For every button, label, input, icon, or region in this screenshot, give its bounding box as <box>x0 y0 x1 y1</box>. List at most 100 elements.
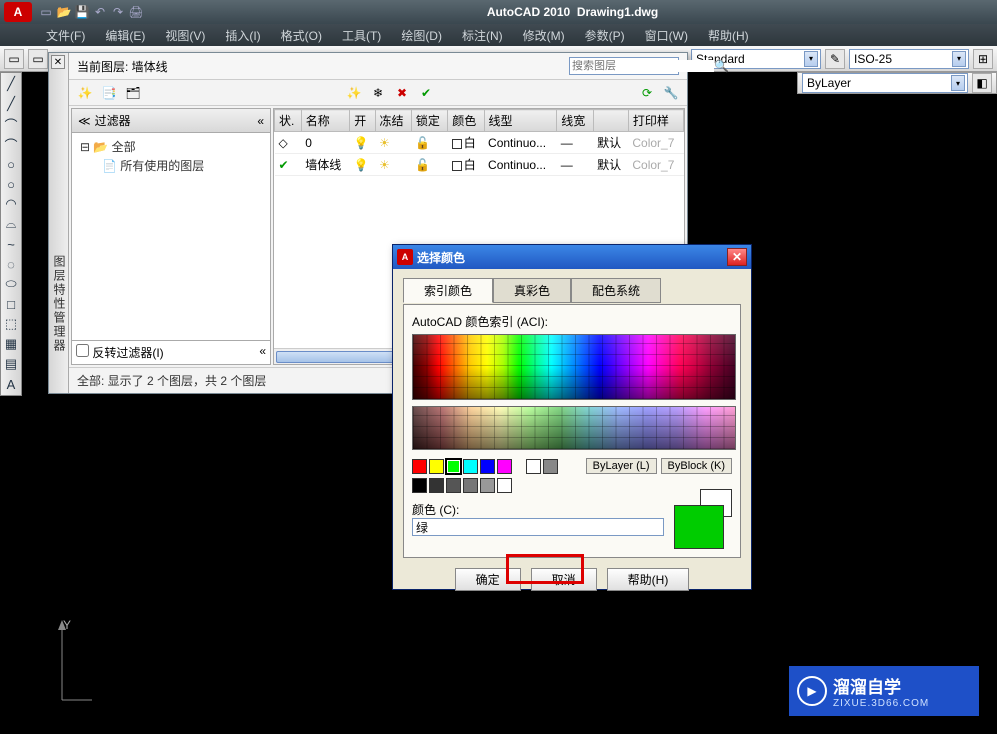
tool-revcloud-icon[interactable]: ◌ <box>2 255 20 273</box>
refresh-icon[interactable]: ⟳ <box>637 83 657 103</box>
on-icon[interactable]: 💡 <box>350 132 375 154</box>
tab-color-books[interactable]: 配色系统 <box>571 278 661 303</box>
std-green[interactable] <box>446 459 461 474</box>
col-freeze[interactable]: 冻结 <box>375 110 411 132</box>
freeze-layer-icon[interactable]: ❄ <box>368 83 388 103</box>
tool-pline-icon[interactable]: ⌒ <box>2 115 20 133</box>
menu-window[interactable]: 窗口(W) <box>635 24 698 46</box>
col-name[interactable]: 名称 <box>301 110 349 132</box>
tree-expand-icon[interactable]: « <box>259 344 266 358</box>
std-magenta[interactable] <box>497 459 512 474</box>
settings-icon[interactable]: 🔧 <box>661 83 681 103</box>
on-icon[interactable]: 💡 <box>350 154 375 176</box>
tool-line-icon[interactable]: ╱ <box>2 75 20 93</box>
std-red[interactable] <box>412 459 427 474</box>
std-cyan[interactable] <box>463 459 478 474</box>
tree-child[interactable]: 📄 所有使用的图层 <box>80 156 262 175</box>
freeze-icon[interactable]: ☀ <box>375 154 411 176</box>
bylayer-btn[interactable]: ◧ <box>972 73 992 93</box>
tool-rect-icon[interactable]: □ <box>2 295 20 313</box>
tab-true-color[interactable]: 真彩色 <box>493 278 571 303</box>
aci-palette-upper[interactable] <box>412 334 736 400</box>
qat-open-icon[interactable]: 📂 <box>56 4 72 20</box>
col-linetype[interactable]: 线型 <box>484 110 557 132</box>
menu-modify[interactable]: 修改(M) <box>513 24 575 46</box>
freeze-icon[interactable]: ☀ <box>375 132 411 154</box>
col-status[interactable]: 状. <box>275 110 302 132</box>
text-style-btn[interactable]: ✎ <box>825 49 845 69</box>
std-gray[interactable] <box>543 459 558 474</box>
byblock-button[interactable]: ByBlock (K) <box>661 458 732 474</box>
color-combo[interactable]: ByLayer▾ <box>802 73 968 93</box>
menu-params[interactable]: 参数(P) <box>575 24 635 46</box>
tool-circle-icon[interactable]: ○ <box>2 155 20 173</box>
tool-circle2-icon[interactable]: ○ <box>2 175 20 193</box>
color-cell[interactable]: 白 <box>448 132 484 154</box>
col-on[interactable]: 开 <box>350 110 375 132</box>
std-yellow[interactable] <box>429 459 444 474</box>
layer-row-1[interactable]: ✔ 墙体线 💡 ☀ 🔓 白 Continuo... — 默认 Color_7 <box>275 154 684 176</box>
col-lock[interactable]: 锁定 <box>411 110 447 132</box>
menu-format[interactable]: 格式(O) <box>271 24 332 46</box>
layer-row-0[interactable]: ◇ 0 💡 ☀ 🔓 白 Continuo... — 默认 Color_7 <box>275 132 684 154</box>
menu-insert[interactable]: 插入(I) <box>215 24 270 46</box>
delete-layer-icon[interactable]: ✖ <box>392 83 412 103</box>
color-cell[interactable]: 白 <box>448 154 484 176</box>
menu-draw[interactable]: 绘图(D) <box>391 24 452 46</box>
qat-print-icon[interactable]: 🖨 <box>128 4 144 20</box>
menu-edit[interactable]: 编辑(E) <box>95 24 155 46</box>
gray-0[interactable] <box>412 478 427 493</box>
tool-arc2-icon[interactable]: ⌓ <box>2 215 20 233</box>
layer-combo-icon2[interactable]: ▭ <box>28 49 48 69</box>
tool-arc-icon[interactable]: ◠ <box>2 195 20 213</box>
filter-collapse-icon[interactable]: « <box>257 114 264 128</box>
menu-view[interactable]: 视图(V) <box>155 24 215 46</box>
gray-1[interactable] <box>429 478 444 493</box>
tree-root[interactable]: ⊟ 📂 全部 <box>80 137 262 156</box>
qat-save-icon[interactable]: 💾 <box>74 4 90 20</box>
new-group-icon[interactable]: 📑 <box>99 83 119 103</box>
tool-ellipse-icon[interactable]: ⬭ <box>2 275 20 293</box>
tool-xline-icon[interactable]: ╱ <box>2 95 20 113</box>
dim-style-btn[interactable]: ⊞ <box>973 49 993 69</box>
dim-style-combo[interactable]: ISO-25▾ <box>849 49 969 69</box>
qat-undo-icon[interactable]: ↶ <box>92 4 108 20</box>
search-icon[interactable]: 🔍 <box>714 59 729 73</box>
color-value-input[interactable] <box>412 518 664 536</box>
layer-search[interactable]: 🔍 <box>569 57 679 75</box>
gray-4[interactable] <box>480 478 495 493</box>
lock-icon[interactable]: 🔓 <box>411 154 447 176</box>
std-blue[interactable] <box>480 459 495 474</box>
menu-file[interactable]: 文件(F) <box>36 24 95 46</box>
lock-icon[interactable]: 🔓 <box>411 132 447 154</box>
dialog-title-bar[interactable]: A 选择颜色 ✕ <box>393 245 751 269</box>
new-layer-icon[interactable]: ✨ <box>75 83 95 103</box>
menu-dimension[interactable]: 标注(N) <box>452 24 513 46</box>
close-icon[interactable]: ✕ <box>51 55 65 69</box>
col-lineweight[interactable]: 线宽 <box>557 110 593 132</box>
tool-hatch-icon[interactable]: ⬚ <box>2 315 20 333</box>
tool-text-icon[interactable]: A <box>2 375 20 393</box>
cancel-button[interactable]: 取消 <box>531 568 597 591</box>
aci-palette-lower[interactable] <box>412 406 736 450</box>
invert-filter-checkbox[interactable]: 反转过滤器(I) <box>76 346 164 360</box>
layer-search-input[interactable] <box>572 60 714 72</box>
tool-spline-icon[interactable]: ~ <box>2 235 20 253</box>
bylayer-button[interactable]: ByLayer (L) <box>586 458 657 474</box>
layer-combo-icon[interactable]: ▭ <box>4 49 24 69</box>
gray-3[interactable] <box>463 478 478 493</box>
menu-tools[interactable]: 工具(T) <box>332 24 391 46</box>
gray-2[interactable] <box>446 478 461 493</box>
layer-states-icon[interactable]: 🗂 <box>123 83 143 103</box>
col-plot[interactable]: 打印样 <box>628 110 683 132</box>
qat-redo-icon[interactable]: ↷ <box>110 4 126 20</box>
new-layer2-icon[interactable]: ✨ <box>344 83 364 103</box>
tool-polygon-icon[interactable]: ⌒ <box>2 135 20 153</box>
dialog-close-icon[interactable]: ✕ <box>727 248 747 266</box>
tool-gradient-icon[interactable]: ▦ <box>2 335 20 353</box>
gray-5[interactable] <box>497 478 512 493</box>
ok-button[interactable]: 确定 <box>455 568 521 591</box>
help-button[interactable]: 帮助(H) <box>607 568 690 591</box>
set-current-icon[interactable]: ✔ <box>416 83 436 103</box>
qat-new-icon[interactable]: ▭ <box>38 4 54 20</box>
